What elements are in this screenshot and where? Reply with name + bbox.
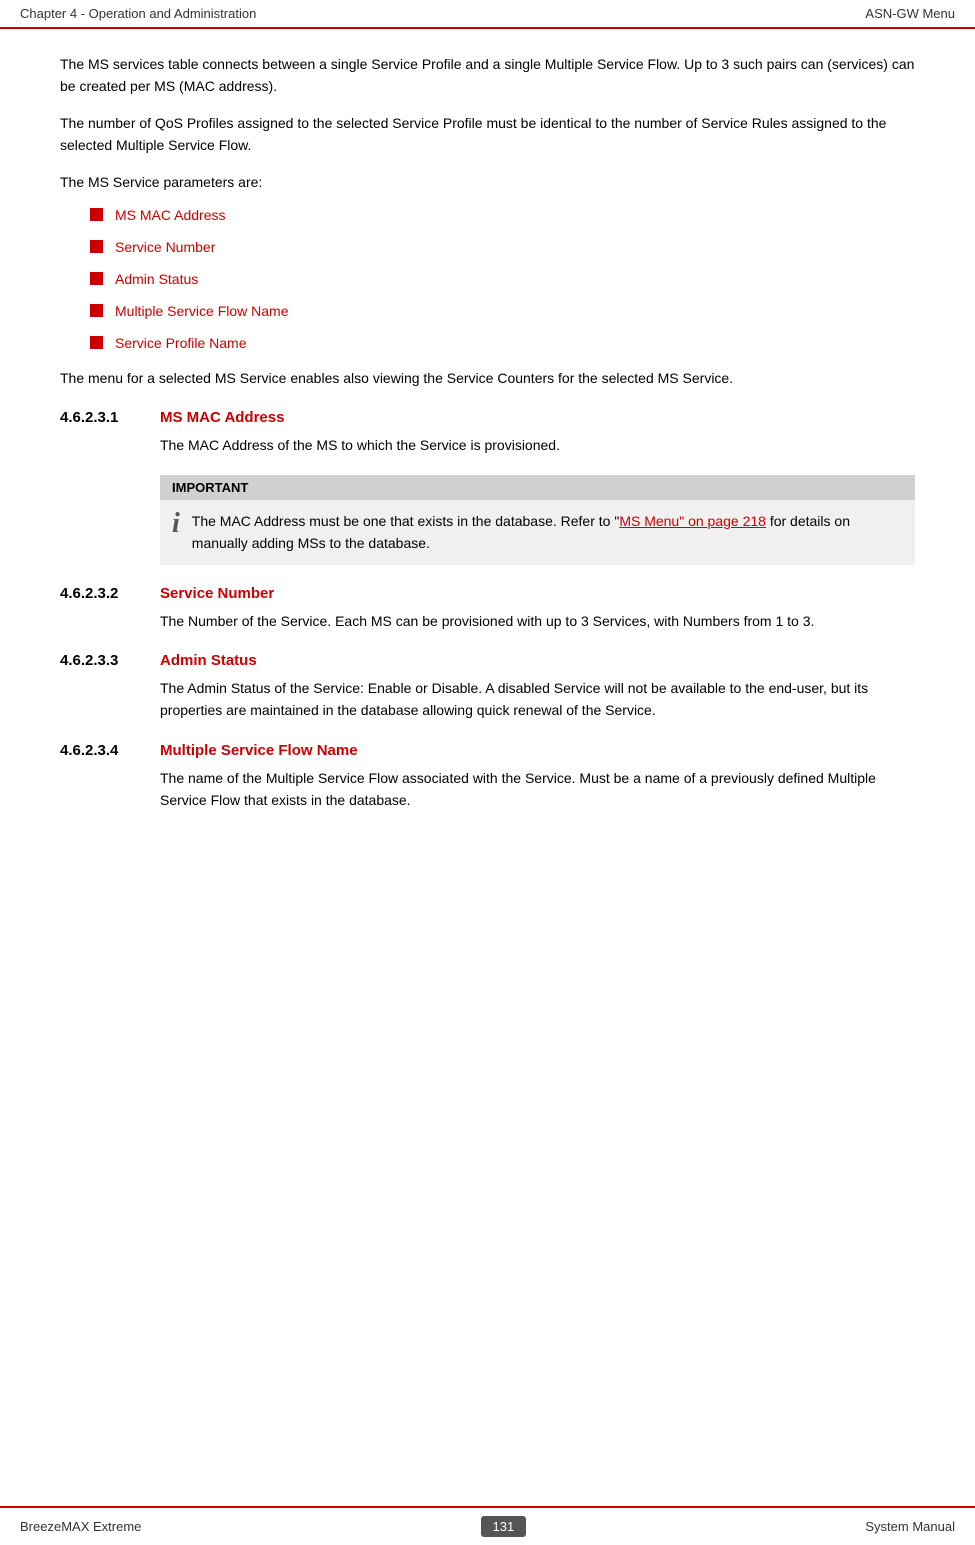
intro-para-3: The MS Service parameters are:	[60, 171, 915, 193]
header-chapter: Chapter 4 - Operation and Administration	[20, 6, 256, 21]
parameter-list: MS MAC Address Service Number Admin Stat…	[90, 207, 915, 351]
important-body: i The MAC Address must be one that exist…	[160, 500, 915, 565]
bullet-icon-4	[90, 304, 103, 317]
section-number-4622: 4.6.2.3.2	[60, 585, 160, 602]
section-title-4624: Multiple Service Flow Name	[160, 742, 358, 759]
important-label: IMPORTANT	[172, 480, 248, 495]
list-item-service-number: Service Number	[90, 239, 915, 255]
after-bullets-text: The menu for a selected MS Service enabl…	[60, 367, 915, 389]
section-body-4621: The MAC Address of the MS to which the S…	[160, 434, 915, 456]
section-body-4624: The name of the Multiple Service Flow as…	[160, 767, 915, 812]
bullet-icon-3	[90, 272, 103, 285]
section-number-4624: 4.6.2.3.4	[60, 742, 160, 759]
section-title-4623: Admin Status	[160, 652, 257, 669]
list-item-sp-name: Service Profile Name	[90, 335, 915, 351]
section-title-4622: Service Number	[160, 585, 274, 602]
page-header: Chapter 4 - Operation and Administration…	[0, 0, 975, 29]
section-body-4623: The Admin Status of the Service: Enable …	[160, 677, 915, 722]
intro-para-2: The number of QoS Profiles assigned to t…	[60, 112, 915, 157]
main-content: The MS services table connects between a…	[0, 29, 975, 881]
section-heading-4624: 4.6.2.3.4 Multiple Service Flow Name	[60, 742, 915, 759]
footer-page-number: 131	[481, 1516, 527, 1537]
bullet-icon-5	[90, 336, 103, 349]
list-item-ms-mac: MS MAC Address	[90, 207, 915, 223]
list-item-msf-name: Multiple Service Flow Name	[90, 303, 915, 319]
important-icon: i	[172, 510, 180, 538]
section-body-4622: The Number of the Service. Each MS can b…	[160, 610, 915, 632]
bullet-icon-1	[90, 208, 103, 221]
important-box: IMPORTANT i The MAC Address must be one …	[160, 475, 915, 565]
important-wrapper: IMPORTANT i The MAC Address must be one …	[160, 475, 915, 565]
header-section: ASN-GW Menu	[865, 6, 955, 21]
section-heading-4621: 4.6.2.3.1 MS MAC Address	[60, 409, 915, 426]
important-link[interactable]: MS Menu" on page 218	[619, 513, 766, 529]
section-number-4623: 4.6.2.3.3	[60, 652, 160, 669]
important-text: The MAC Address must be one that exists …	[192, 510, 903, 555]
page-footer: BreezeMAX Extreme 131 System Manual	[0, 1506, 975, 1545]
important-header: IMPORTANT	[160, 475, 915, 500]
section-heading-4622: 4.6.2.3.2 Service Number	[60, 585, 915, 602]
footer-doc-type: System Manual	[865, 1519, 955, 1534]
intro-para-1: The MS services table connects between a…	[60, 53, 915, 98]
footer-product: BreezeMAX Extreme	[20, 1519, 141, 1534]
section-title-4621: MS MAC Address	[160, 409, 284, 426]
bullet-icon-2	[90, 240, 103, 253]
list-item-admin-status: Admin Status	[90, 271, 915, 287]
section-number-4621: 4.6.2.3.1	[60, 409, 160, 426]
section-heading-4623: 4.6.2.3.3 Admin Status	[60, 652, 915, 669]
